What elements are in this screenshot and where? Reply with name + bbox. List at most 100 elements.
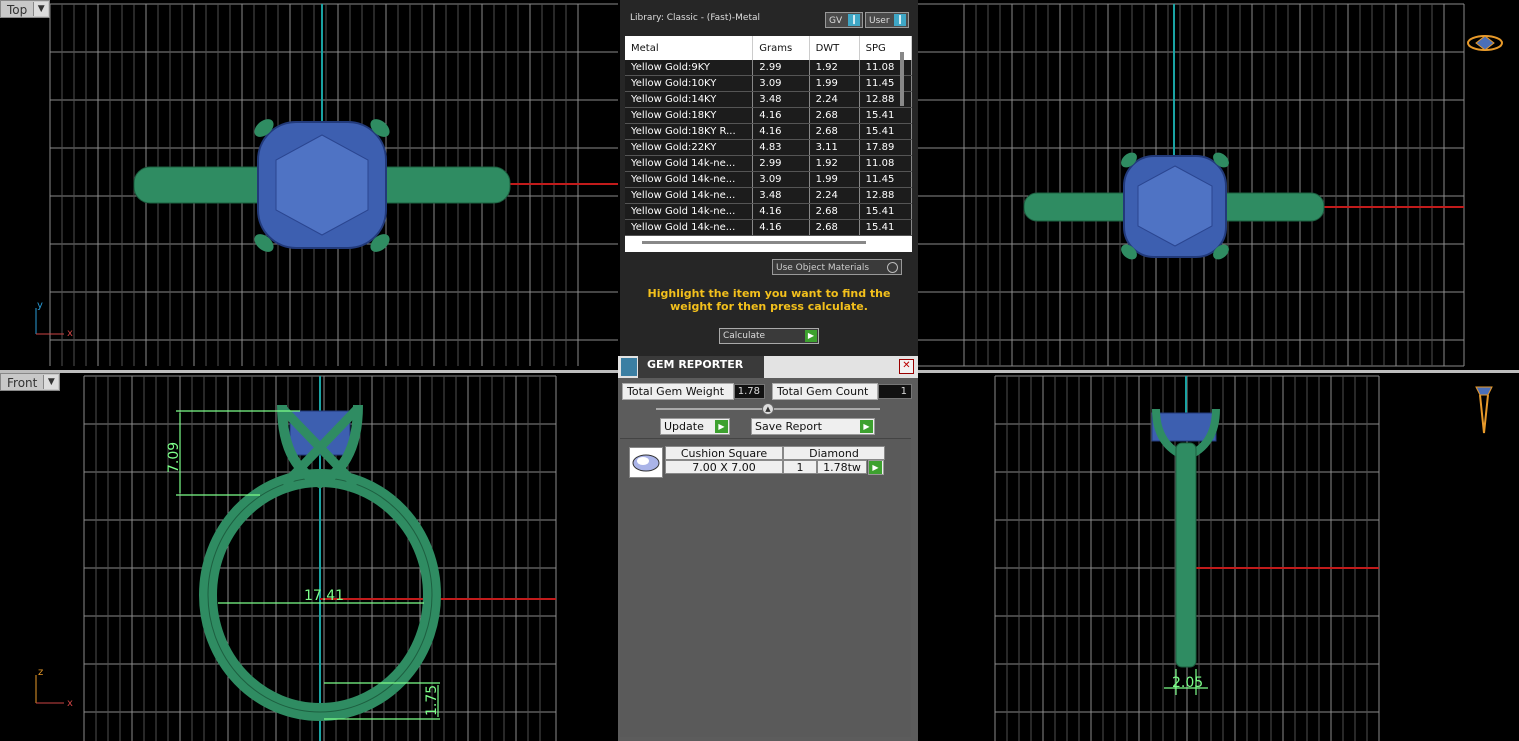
table-cell: Yellow Gold:9KY <box>625 60 754 76</box>
table-cell: Yellow Gold 14k-ne... <box>625 171 754 188</box>
table-cell: 11.08 <box>859 155 912 172</box>
gem-list[interactable]: Cushion Square Diamond 7.00 X 7.00 1 1.7… <box>620 438 911 737</box>
gem-reporter-titlebar[interactable]: GEM REPORTER ✕ <box>618 356 918 378</box>
horizontal-scrollbar[interactable] <box>642 241 866 244</box>
close-icon[interactable]: ✕ <box>899 359 914 374</box>
table-row[interactable]: Yellow Gold 14k-ne... 3.09 1.99 11.45 <box>625 171 912 188</box>
table-cell: 2.68 <box>809 123 860 140</box>
dim-bottom-label: 1.75 <box>424 685 440 716</box>
table-cell: 15.41 <box>859 107 912 124</box>
gem-detail-button[interactable]: ▶ <box>868 460 884 475</box>
viewport-right[interactable]: 2.05 <box>918 373 1519 741</box>
table-cell: 2.99 <box>752 155 810 172</box>
table-cell: 2.99 <box>752 60 810 76</box>
play-arrow-icon: ▶ <box>715 420 728 433</box>
table-cell: 17.89 <box>859 139 912 156</box>
table-cell: 15.41 <box>859 203 912 220</box>
table-row[interactable]: Yellow Gold:22KY 4.83 3.11 17.89 <box>625 139 912 156</box>
col-metal[interactable]: Metal <box>625 36 754 60</box>
gv-toggle[interactable]: GV ❙ <box>825 12 863 28</box>
gem-type: Diamond <box>783 446 885 460</box>
vertical-scrollbar[interactable] <box>900 52 904 106</box>
gem-reporter-panel: GEM REPORTER ✕ Total Gem Weight 1.78 Tot… <box>618 356 918 741</box>
hint-text: Highlight the item you want to find the … <box>647 287 891 313</box>
viewport-front[interactable]: 7.09 17.41 1.75 z x Front ▼ <box>0 373 618 741</box>
axis-z-label: z <box>38 667 43 678</box>
total-gem-count-value: 1 <box>878 384 912 399</box>
chevron-down-icon[interactable]: ▼ <box>33 2 49 16</box>
table-cell: 1.92 <box>809 155 860 172</box>
table-cell: Yellow Gold 14k-ne... <box>625 187 754 204</box>
viewport-front-label[interactable]: Front ▼ <box>0 373 61 391</box>
metal-table[interactable]: Metal Grams DWT SPG Yellow Gold:9KY 2.99 1… <box>625 36 912 252</box>
table-cell: Yellow Gold 14k-ne... <box>625 155 754 172</box>
axis-x-label-front: x <box>67 698 73 709</box>
dim-side-label: 2.05 <box>1172 675 1203 691</box>
table-cell: 11.45 <box>859 171 912 188</box>
table-cell: Yellow Gold 14k-ne... <box>625 203 754 220</box>
table-cell: 4.16 <box>752 219 810 236</box>
table-cell: Yellow Gold:10KY <box>625 75 754 92</box>
viewport-top-left[interactable]: y x Top ▼ <box>0 0 618 370</box>
table-cell: Yellow Gold:22KY <box>625 139 754 156</box>
dim-height-label: 7.09 <box>166 442 182 473</box>
library-title: Library: Classic - (Fast)-Metal <box>630 13 761 23</box>
table-cell: 2.68 <box>809 219 860 236</box>
table-row[interactable]: Yellow Gold:18KY R... 4.16 2.68 15.41 <box>625 123 912 140</box>
table-cell: 12.88 <box>859 187 912 204</box>
gem-count: 1 <box>783 460 817 474</box>
col-grams[interactable]: Grams <box>752 36 810 60</box>
table-cell: 15.41 <box>859 219 912 236</box>
total-gem-count-label: Total Gem Count <box>772 383 878 400</box>
table-row[interactable]: Yellow Gold 14k-ne... 3.48 2.24 12.88 <box>625 187 912 204</box>
viewport-top-right[interactable] <box>918 0 1519 370</box>
play-arrow-icon: ▶ <box>860 420 873 433</box>
viewport-top-label[interactable]: Top ▼ <box>0 0 51 18</box>
gem-size: 7.00 X 7.00 <box>665 460 783 474</box>
dim-inner-label: 17.41 <box>304 588 344 604</box>
view-cube-icon[interactable] <box>1467 35 1503 51</box>
play-arrow-icon: ▶ <box>805 330 817 342</box>
table-row[interactable]: Yellow Gold 14k-ne... 4.16 2.68 15.41 <box>625 219 912 236</box>
table-cell: 4.16 <box>752 123 810 140</box>
user-toggle[interactable]: User ❙ <box>865 12 909 28</box>
table-cell: 2.24 <box>809 91 860 108</box>
table-cell: 1.99 <box>809 171 860 188</box>
gem-reporter-icon <box>621 358 637 376</box>
table-cell: Yellow Gold:18KY R... <box>625 123 754 140</box>
axis-y-label: y <box>37 300 43 311</box>
table-cell: 3.11 <box>809 139 860 156</box>
table-row[interactable]: Yellow Gold:18KY 4.16 2.68 15.41 <box>625 107 912 124</box>
table-row[interactable]: Yellow Gold:14KY 3.48 2.24 12.88 <box>625 91 912 108</box>
table-cell: 2.68 <box>809 203 860 220</box>
table-cell: Yellow Gold:18KY <box>625 107 754 124</box>
table-cell: 4.16 <box>752 107 810 124</box>
chevron-down-icon[interactable]: ▼ <box>43 375 59 389</box>
use-object-materials-checkbox[interactable]: Use Object Materials <box>772 259 902 275</box>
table-row[interactable]: Yellow Gold 14k-ne... 4.16 2.68 15.41 <box>625 203 912 220</box>
table-cell: 4.83 <box>752 139 810 156</box>
table-cell: Yellow Gold 14k-ne... <box>625 219 754 236</box>
update-button[interactable]: Update ▶ <box>660 418 730 435</box>
table-cell: 3.09 <box>752 171 810 188</box>
table-cell: 3.48 <box>752 91 810 108</box>
table-row[interactable]: Yellow Gold:10KY 3.09 1.99 11.45 <box>625 75 912 92</box>
total-gem-weight-value: 1.78 <box>734 384 765 399</box>
table-row[interactable]: Yellow Gold:9KY 2.99 1.92 11.08 <box>625 60 912 76</box>
play-arrow-icon: ▶ <box>869 461 882 474</box>
collapse-arrow-icon[interactable]: ▲ <box>762 403 774 415</box>
radio-icon <box>887 262 898 273</box>
table-row[interactable]: Yellow Gold 14k-ne... 2.99 1.92 11.08 <box>625 155 912 172</box>
toggle-indicator-icon: ❙ <box>894 14 906 26</box>
total-gem-weight-label: Total Gem Weight <box>622 383 734 400</box>
table-cell: 4.16 <box>752 203 810 220</box>
table-cell: Yellow Gold:14KY <box>625 91 754 108</box>
table-cell: 1.99 <box>809 75 860 92</box>
calculate-button[interactable]: Calculate ▶ <box>719 328 819 344</box>
col-dwt[interactable]: DWT <box>809 36 860 60</box>
table-cell: 1.92 <box>809 60 860 76</box>
ring-preview-icon[interactable] <box>1475 386 1493 434</box>
table-cell: 2.68 <box>809 107 860 124</box>
save-report-button[interactable]: Save Report ▶ <box>751 418 875 435</box>
table-header-row: Metal Grams DWT SPG <box>625 36 912 60</box>
